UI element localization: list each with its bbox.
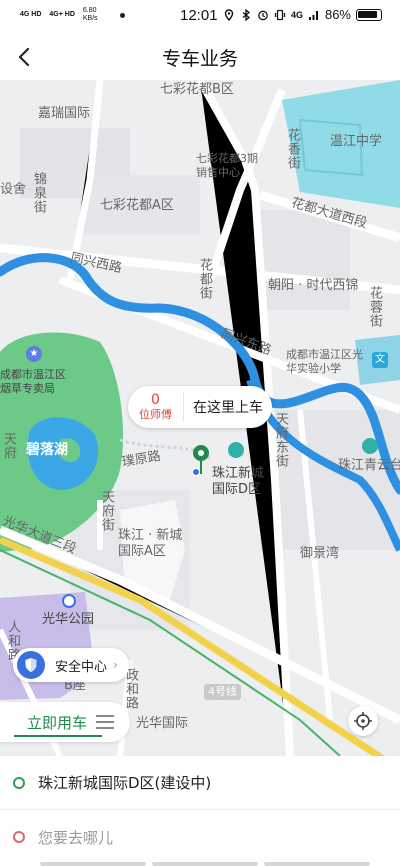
notification-dot-icon bbox=[119, 12, 125, 18]
network-type: 4G bbox=[290, 9, 303, 20]
park-icon bbox=[62, 594, 76, 608]
map-label-guanghua-park: 光华公园 bbox=[42, 612, 95, 627]
safety-center-button[interactable]: 安全中心 › bbox=[13, 648, 129, 682]
tab-active-underline bbox=[14, 735, 102, 737]
ride-mode-tabs: 立即用车 bbox=[0, 702, 130, 742]
map-label-tianxing-road: 天府东街 bbox=[273, 412, 288, 468]
status-right: 4G 86% bbox=[223, 7, 382, 22]
vibrate-icon bbox=[274, 9, 286, 20]
map-label-left-edge: 设舍 bbox=[0, 182, 27, 197]
driver-count-unit: 位师傅 bbox=[139, 408, 172, 421]
map-label-huaxi-street: 花蓉街 bbox=[367, 286, 382, 328]
battery-percent: 86% bbox=[324, 7, 351, 22]
menu-icon[interactable] bbox=[96, 715, 114, 729]
map-label-wenjiang-middle: 温江中学 bbox=[330, 134, 383, 149]
map-label-chaoyang: 朝阳 · 时代西锦 bbox=[268, 278, 359, 293]
building-poi-icon bbox=[228, 442, 244, 458]
map-view[interactable]: 七彩花都B区 嘉瑞国际 温江中学 设舍 七彩花都3期销售中心 七彩花都A区 花香… bbox=[0, 80, 400, 756]
map-label-guanghua-school: 成都市温江区光华实验小学 bbox=[286, 348, 363, 375]
battery-icon bbox=[356, 8, 382, 21]
tab-ride-now[interactable]: 立即用车 bbox=[27, 712, 87, 733]
net-speed-unit: KB/s bbox=[82, 15, 98, 22]
map-label-qicaihuadu-b: 七彩花都B区 bbox=[160, 82, 234, 97]
signal-indicator-2: 4G+ HD bbox=[49, 11, 75, 18]
bottom-indicator bbox=[40, 862, 370, 866]
driver-count-number: 0 bbox=[151, 392, 160, 408]
shield-icon bbox=[17, 651, 45, 679]
poi-star-icon: ★ bbox=[26, 346, 42, 362]
bluetooth-icon bbox=[242, 8, 250, 21]
origin-dot-icon bbox=[13, 776, 25, 789]
destination-dot-icon bbox=[13, 831, 25, 843]
origin-address: 珠江新城国际D区(建设中) bbox=[38, 774, 212, 792]
signal-indicator-1: 4G HD bbox=[20, 11, 42, 18]
crosshair-icon bbox=[354, 712, 372, 730]
map-label-zhujiang-qingyun: 珠江青云台 bbox=[338, 458, 400, 473]
map-label-zhujiang-a: 珠江 · 新城国际A区 bbox=[118, 528, 183, 559]
map-label-huadu-street: 花都街 bbox=[197, 258, 212, 300]
net-speed-value: 6.80 bbox=[82, 7, 97, 14]
signal-bars-icon bbox=[308, 10, 318, 20]
net-speed: 6.80 KB/s bbox=[83, 7, 98, 23]
title-bar: 专车业务 bbox=[0, 34, 400, 80]
driver-count: 0 位师傅 bbox=[128, 392, 184, 422]
pickup-here-label: 在这里上车 bbox=[193, 400, 263, 416]
map-label-guanghua-intl: 光华国际 bbox=[136, 716, 189, 731]
map-label-sales-center: 七彩花都3期销售中心 bbox=[196, 152, 258, 179]
pickup-bubble[interactable]: 0 位师傅 在这里上车 bbox=[128, 386, 272, 428]
map-label-huaxiang-street: 花香街 bbox=[285, 128, 300, 170]
page-title: 专车业务 bbox=[161, 48, 238, 70]
status-bar: 4G HD 4G+ HD 6.80 KB/s 12:01 4G 86% bbox=[0, 0, 400, 34]
map-label-wenjiang-bureau: 成都市温江区烟草专卖局 bbox=[0, 368, 66, 395]
map-label-qicaihuadu-a: 七彩花都A区 bbox=[100, 198, 174, 213]
map-label-jiarui: 嘉瑞国际 bbox=[38, 106, 91, 121]
map-label-zhujiang-d: 珠江新城国际D区 bbox=[212, 466, 265, 497]
destination-placeholder: 您要去哪儿 bbox=[38, 828, 114, 847]
building-poi-icon-2 bbox=[362, 438, 378, 454]
map-label-biluo-lake: 碧落湖 bbox=[26, 442, 68, 458]
map-label-tianfu-street: 天府街 bbox=[99, 490, 114, 532]
school-icon: 文 bbox=[372, 352, 388, 368]
trip-sheet: 珠江新城国际D区(建设中) 您要去哪儿 bbox=[0, 756, 400, 866]
locate-me-button[interactable] bbox=[348, 706, 378, 736]
map-label-yujing-bay: 御景湾 bbox=[300, 546, 340, 561]
map-label-tianfu-left: 天府 bbox=[1, 432, 16, 460]
origin-row[interactable]: 珠江新城国际D区(建设中) bbox=[0, 756, 400, 810]
status-left: 4G HD 4G+ HD 6.80 KB/s bbox=[20, 7, 125, 23]
location-icon bbox=[224, 8, 234, 21]
destination-row[interactable]: 您要去哪儿 bbox=[0, 810, 400, 864]
alarm-icon bbox=[258, 10, 268, 20]
clock: 12:01 bbox=[180, 7, 218, 24]
current-location-dot-icon bbox=[192, 468, 200, 476]
map-label-jinquan-street: 锦泉街 bbox=[31, 172, 46, 214]
chevron-right-icon: › bbox=[113, 658, 118, 672]
map-label-metro-4: 4号线 bbox=[204, 684, 241, 700]
safety-center-label: 安全中心 bbox=[55, 659, 108, 675]
